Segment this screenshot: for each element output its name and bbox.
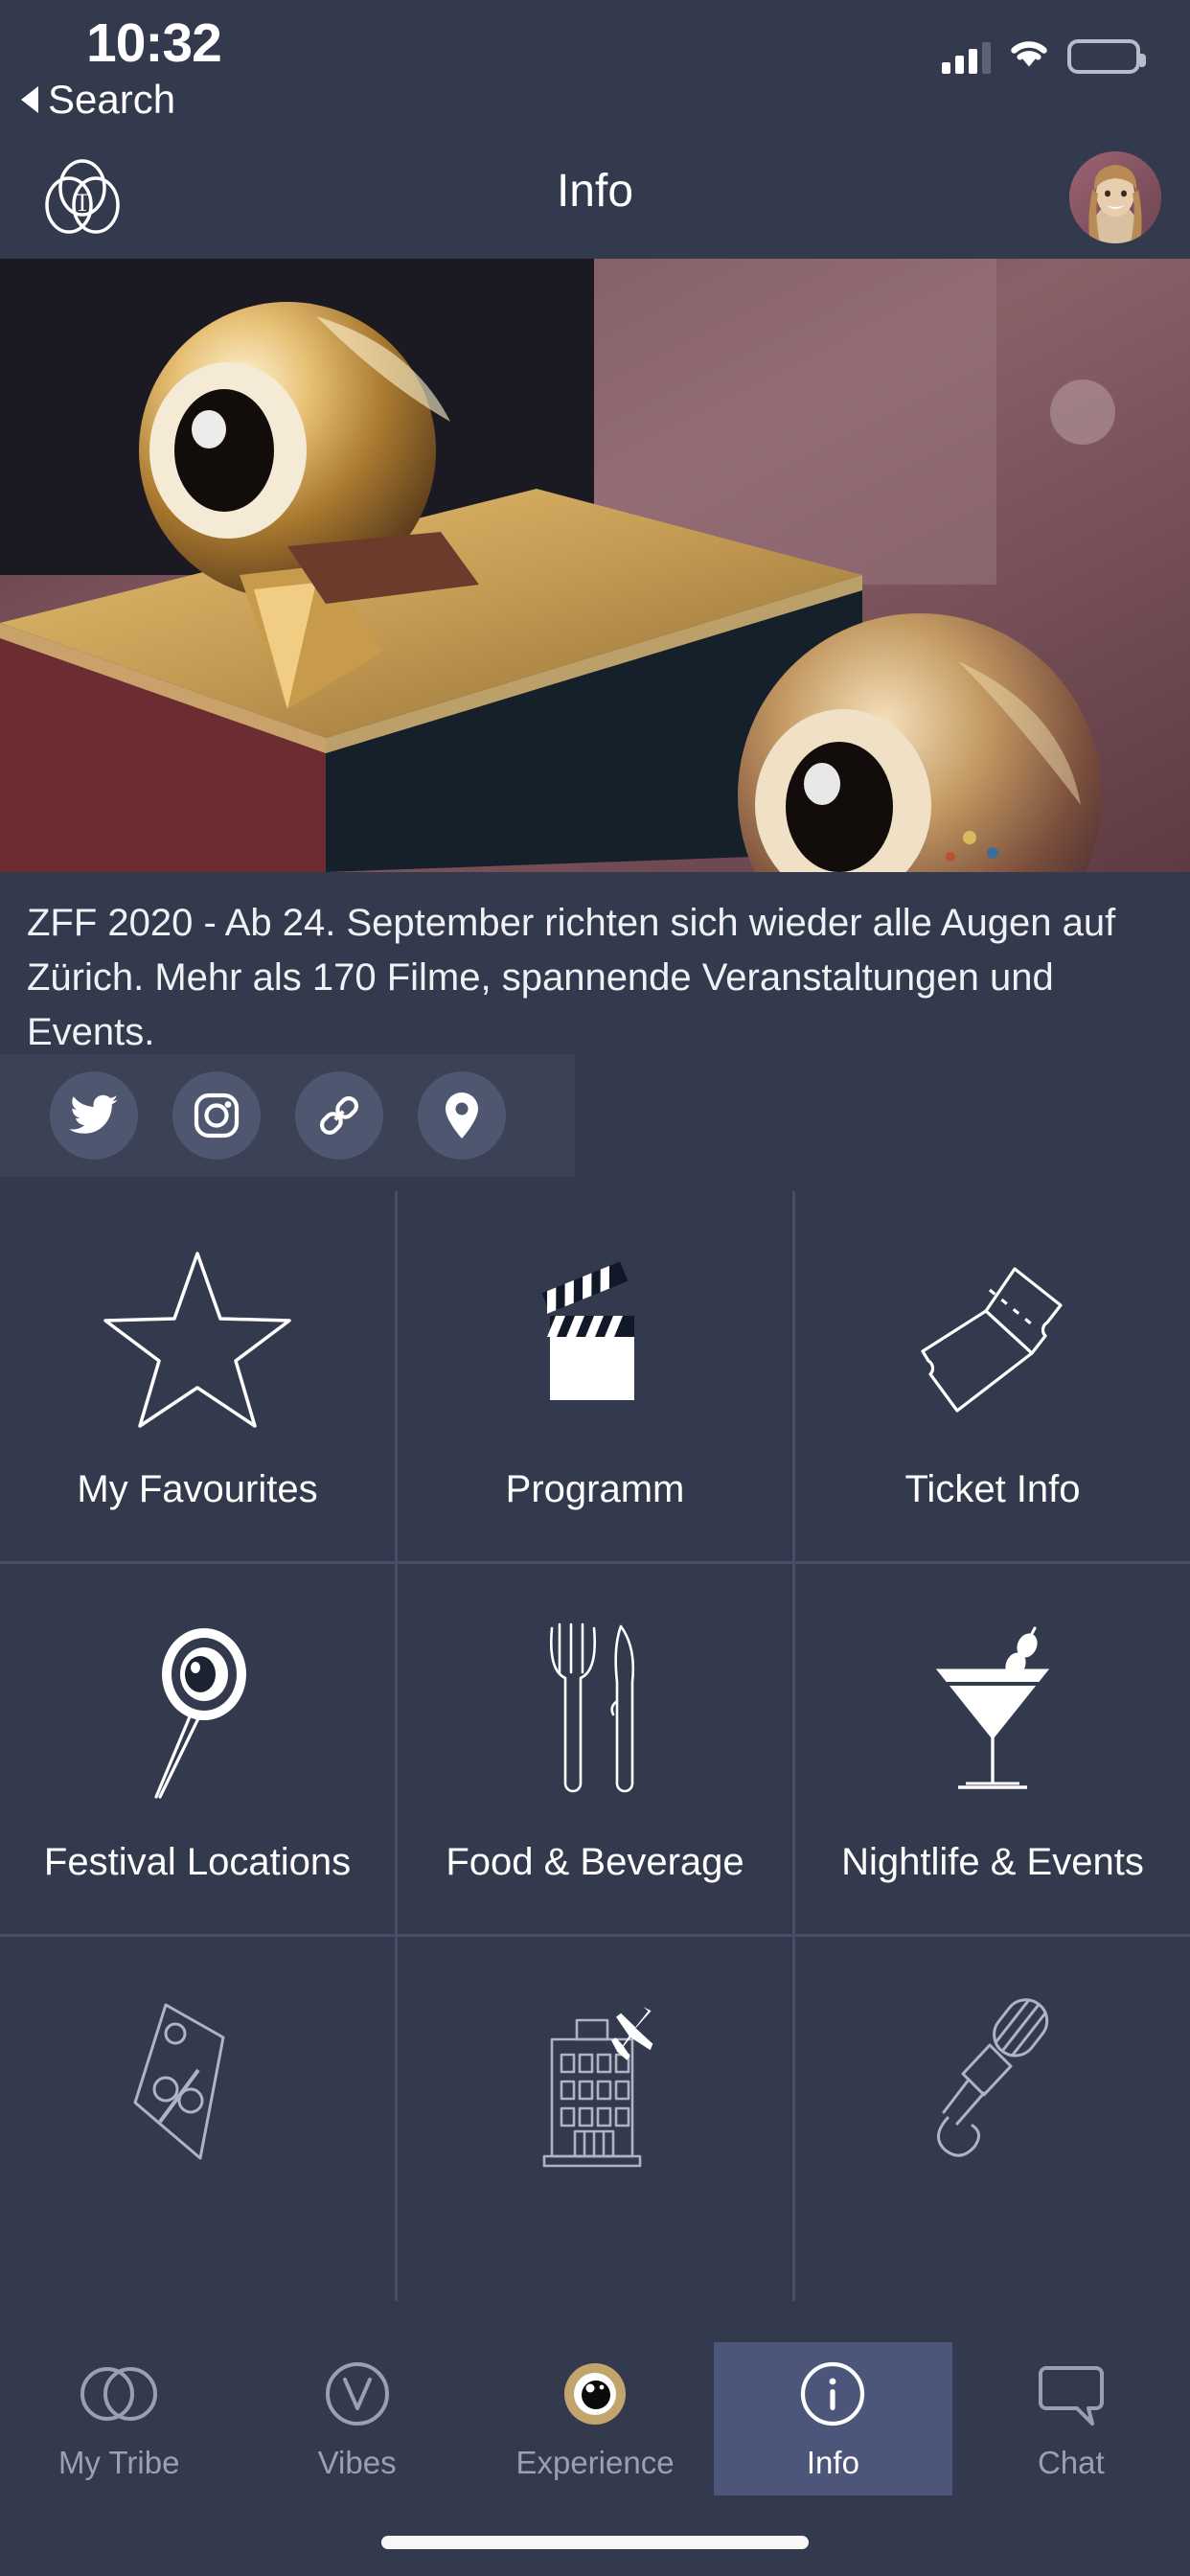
link-icon[interactable] bbox=[295, 1071, 383, 1160]
app-screen: 10:32 Search T Info ZFF 2020 - Ab 24. Se… bbox=[0, 0, 1190, 2576]
tile-nightlife-events[interactable]: Nightlife & Events bbox=[795, 1564, 1190, 1934]
tab-vibes[interactable]: Vibes bbox=[238, 2342, 475, 2496]
tile-label: My Favourites bbox=[77, 1468, 318, 1510]
page-title: Info bbox=[556, 166, 634, 217]
wifi-icon bbox=[1008, 36, 1050, 74]
tile-label: Food & Beverage bbox=[446, 1841, 744, 1883]
feature-tile-grid: My Favourites Programm Ticket Info Festi… bbox=[0, 1191, 1190, 2307]
hero-image[interactable] bbox=[0, 259, 1190, 872]
clapperboard-icon bbox=[398, 1218, 792, 1458]
tab-my-tribe[interactable]: My Tribe bbox=[0, 2342, 238, 2496]
tile-label: Festival Locations bbox=[43, 1841, 352, 1883]
tab-info[interactable]: Info bbox=[714, 2342, 952, 2496]
v-circle-icon bbox=[322, 2357, 393, 2431]
tab-label: My Tribe bbox=[57, 2445, 180, 2480]
festival-description: ZFF 2020 - Ab 24. September richten sich… bbox=[27, 902, 1116, 1053]
microphone-icon bbox=[795, 1964, 1190, 2203]
venn-circles-icon bbox=[79, 2357, 159, 2431]
instagram-icon[interactable] bbox=[172, 1071, 261, 1160]
star-outline-icon bbox=[0, 1218, 395, 1458]
tile-discounts[interactable] bbox=[0, 1937, 395, 2307]
tab-label: Experience bbox=[515, 2445, 675, 2480]
triangle-left-icon bbox=[21, 86, 38, 113]
hotel-plane-icon bbox=[398, 1964, 792, 2203]
cellular-signal-icon bbox=[942, 41, 991, 74]
tile-label: Ticket Info bbox=[904, 1468, 1081, 1510]
tile-my-favourites[interactable]: My Favourites bbox=[0, 1191, 395, 1561]
tab-label: Info bbox=[806, 2445, 859, 2480]
tile-programm[interactable]: Programm bbox=[398, 1191, 792, 1561]
tile-talks[interactable] bbox=[795, 1937, 1190, 2307]
gold-eye-icon bbox=[560, 2357, 630, 2431]
tickets-icon bbox=[795, 1218, 1190, 1458]
battery-full-icon bbox=[1067, 39, 1146, 74]
tab-chat[interactable]: Chat bbox=[952, 2342, 1190, 2496]
speech-bubble-icon bbox=[1033, 2357, 1110, 2431]
fork-knife-icon bbox=[398, 1591, 792, 1830]
tab-experience[interactable]: Experience bbox=[476, 2342, 714, 2496]
home-indicator[interactable] bbox=[381, 2536, 809, 2549]
cocktail-glass-icon bbox=[795, 1591, 1190, 1830]
status-bar-indicators bbox=[942, 36, 1146, 74]
back-to-search-button[interactable]: Search bbox=[21, 77, 175, 123]
tab-label: Vibes bbox=[317, 2445, 397, 2480]
social-links-bar bbox=[0, 1054, 575, 1177]
tile-label: Programm bbox=[505, 1468, 685, 1510]
tile-accommodation[interactable] bbox=[398, 1937, 792, 2307]
tile-label: Nightlife & Events bbox=[841, 1841, 1144, 1883]
avatar[interactable] bbox=[1069, 151, 1161, 243]
tile-festival-locations[interactable]: Festival Locations bbox=[0, 1564, 395, 1934]
nav-bar: T Info bbox=[0, 134, 1190, 259]
bottom-tab-bar: My Tribe Vibes Experience Info Chat bbox=[0, 2342, 1190, 2496]
discount-tag-icon bbox=[0, 1964, 395, 2203]
location-pin-icon[interactable] bbox=[418, 1071, 506, 1160]
status-bar: 10:32 Search bbox=[0, 0, 1190, 134]
tab-label: Chat bbox=[1037, 2445, 1105, 2480]
status-bar-time: 10:32 bbox=[86, 12, 222, 74]
back-label: Search bbox=[48, 77, 176, 122]
twitter-icon[interactable] bbox=[50, 1071, 138, 1160]
tile-ticket-info[interactable]: Ticket Info bbox=[795, 1191, 1190, 1561]
tile-food-beverage[interactable]: Food & Beverage bbox=[398, 1564, 792, 1934]
info-circle-icon bbox=[797, 2357, 868, 2431]
map-pin-eye-icon bbox=[0, 1591, 395, 1830]
